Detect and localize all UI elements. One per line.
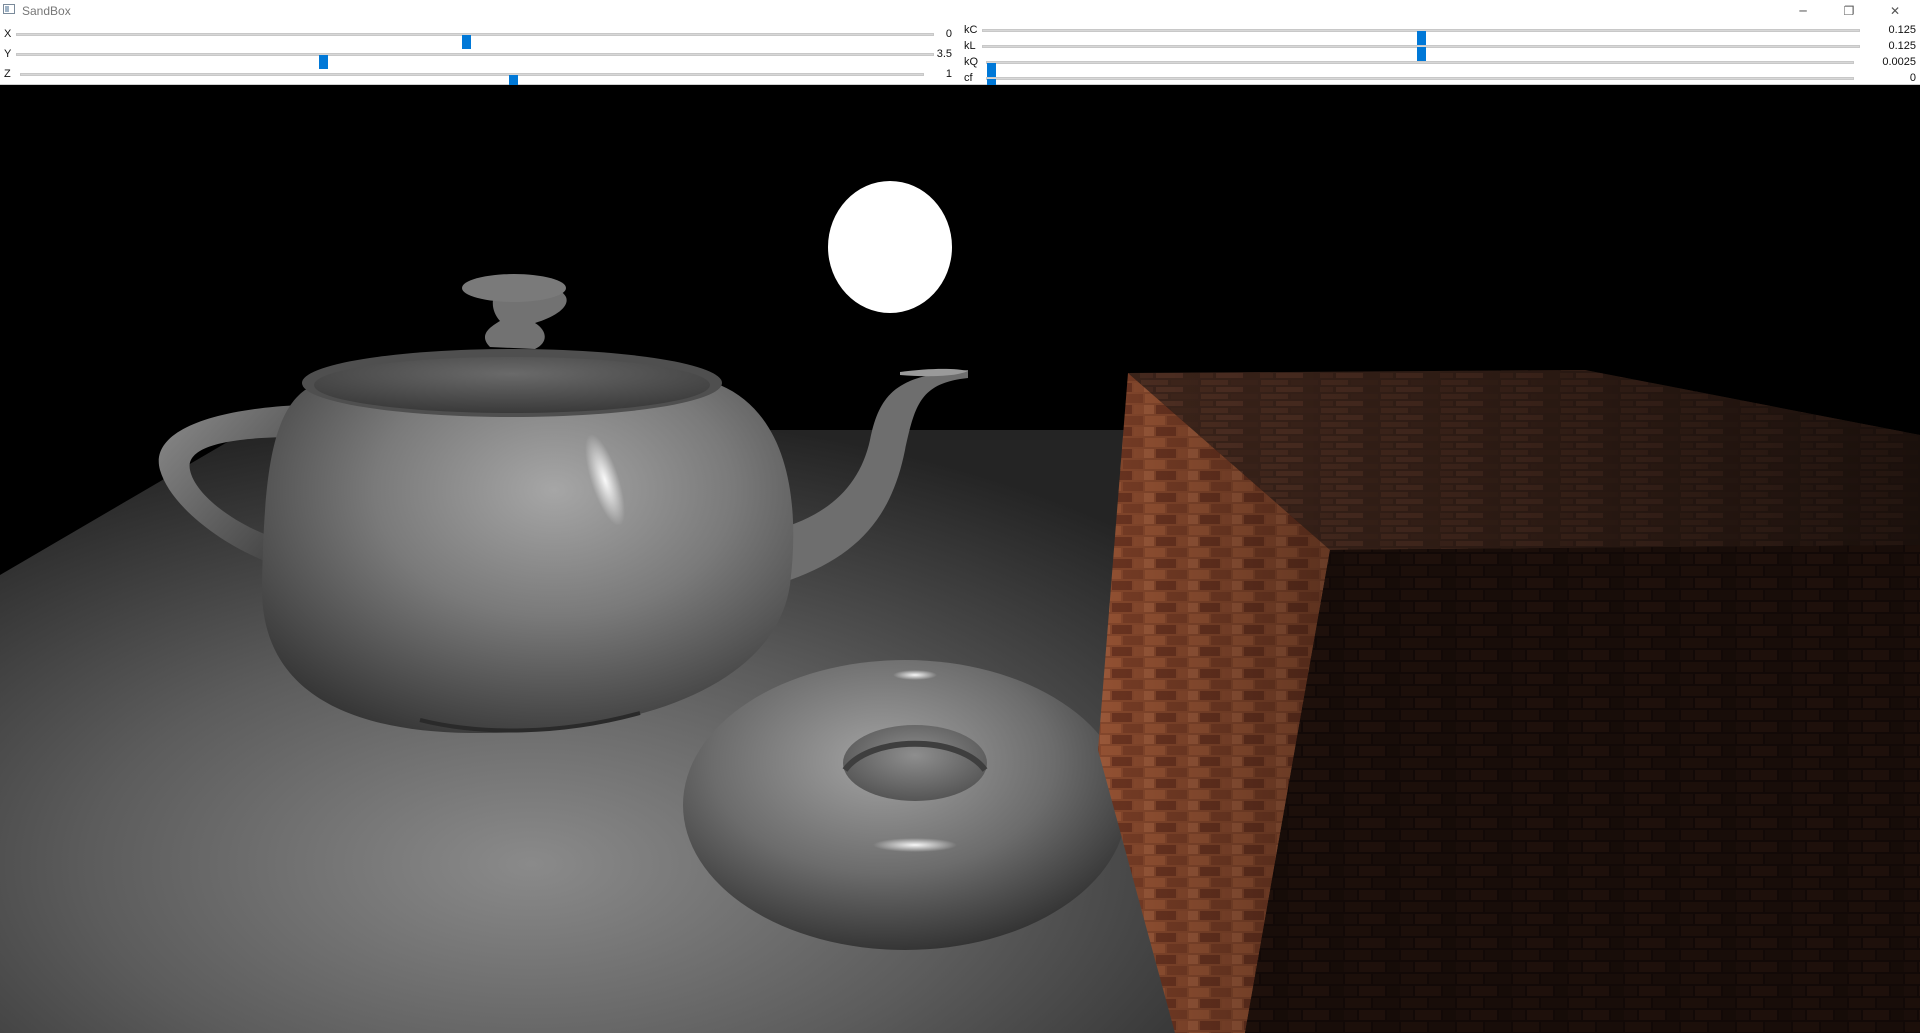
slider-x: X 0 xyxy=(4,27,954,49)
slider-value: 0.125 xyxy=(1888,40,1916,52)
brick-cube xyxy=(1098,370,1920,1033)
slider-track[interactable] xyxy=(986,77,1854,93)
slider-track[interactable] xyxy=(982,45,1860,61)
slider-value: 3.5 xyxy=(936,48,952,60)
slider-z: Z 1 xyxy=(4,67,954,89)
slider-value: 0 xyxy=(945,28,952,40)
slider-kq: kQ 0.0025 xyxy=(964,55,1918,77)
slider-value: 0.0025 xyxy=(1882,56,1916,68)
slider-label: Y xyxy=(4,48,12,60)
light-sphere xyxy=(828,181,952,313)
maximize-icon: ❐ xyxy=(1843,4,1855,18)
slider-label: Z xyxy=(4,68,11,80)
title-bar: SandBox ─ ❐ ✕ xyxy=(0,0,1920,22)
close-button[interactable]: ✕ xyxy=(1872,0,1918,22)
slider-y: Y 3.5 xyxy=(4,47,954,69)
close-icon: ✕ xyxy=(1889,4,1901,18)
maximize-button[interactable]: ❐ xyxy=(1826,0,1872,22)
slider-label: kL xyxy=(964,40,976,52)
slider-kc: kC 0.125 xyxy=(964,23,1918,45)
slider-label: cf xyxy=(964,72,973,84)
minimize-icon: ─ xyxy=(1799,4,1807,18)
slider-kl: kL 0.125 xyxy=(964,39,1918,61)
slider-track[interactable] xyxy=(16,33,934,49)
slider-track[interactable] xyxy=(982,29,1860,45)
control-panel: X 0 Y 3.5 Z 1 kC 0.125 kL 0.125 kQ 0.002… xyxy=(0,22,1920,93)
slider-track[interactable] xyxy=(16,53,934,69)
slider-value: 1 xyxy=(945,68,952,80)
slider-value: 0.125 xyxy=(1888,24,1916,36)
slider-track[interactable] xyxy=(986,61,1854,77)
slider-track[interactable] xyxy=(20,73,924,89)
app-icon xyxy=(3,4,15,14)
slider-label: kQ xyxy=(964,56,979,68)
window-title: SandBox xyxy=(22,4,71,18)
slider-label: X xyxy=(4,28,12,40)
minimize-button[interactable]: ─ xyxy=(1780,0,1826,22)
slider-cf: cf 0 xyxy=(964,71,1918,93)
render-viewport[interactable] xyxy=(0,85,1920,1033)
torus xyxy=(683,660,1127,950)
slider-label: kC xyxy=(964,24,978,36)
slider-value: 0 xyxy=(1909,72,1916,84)
